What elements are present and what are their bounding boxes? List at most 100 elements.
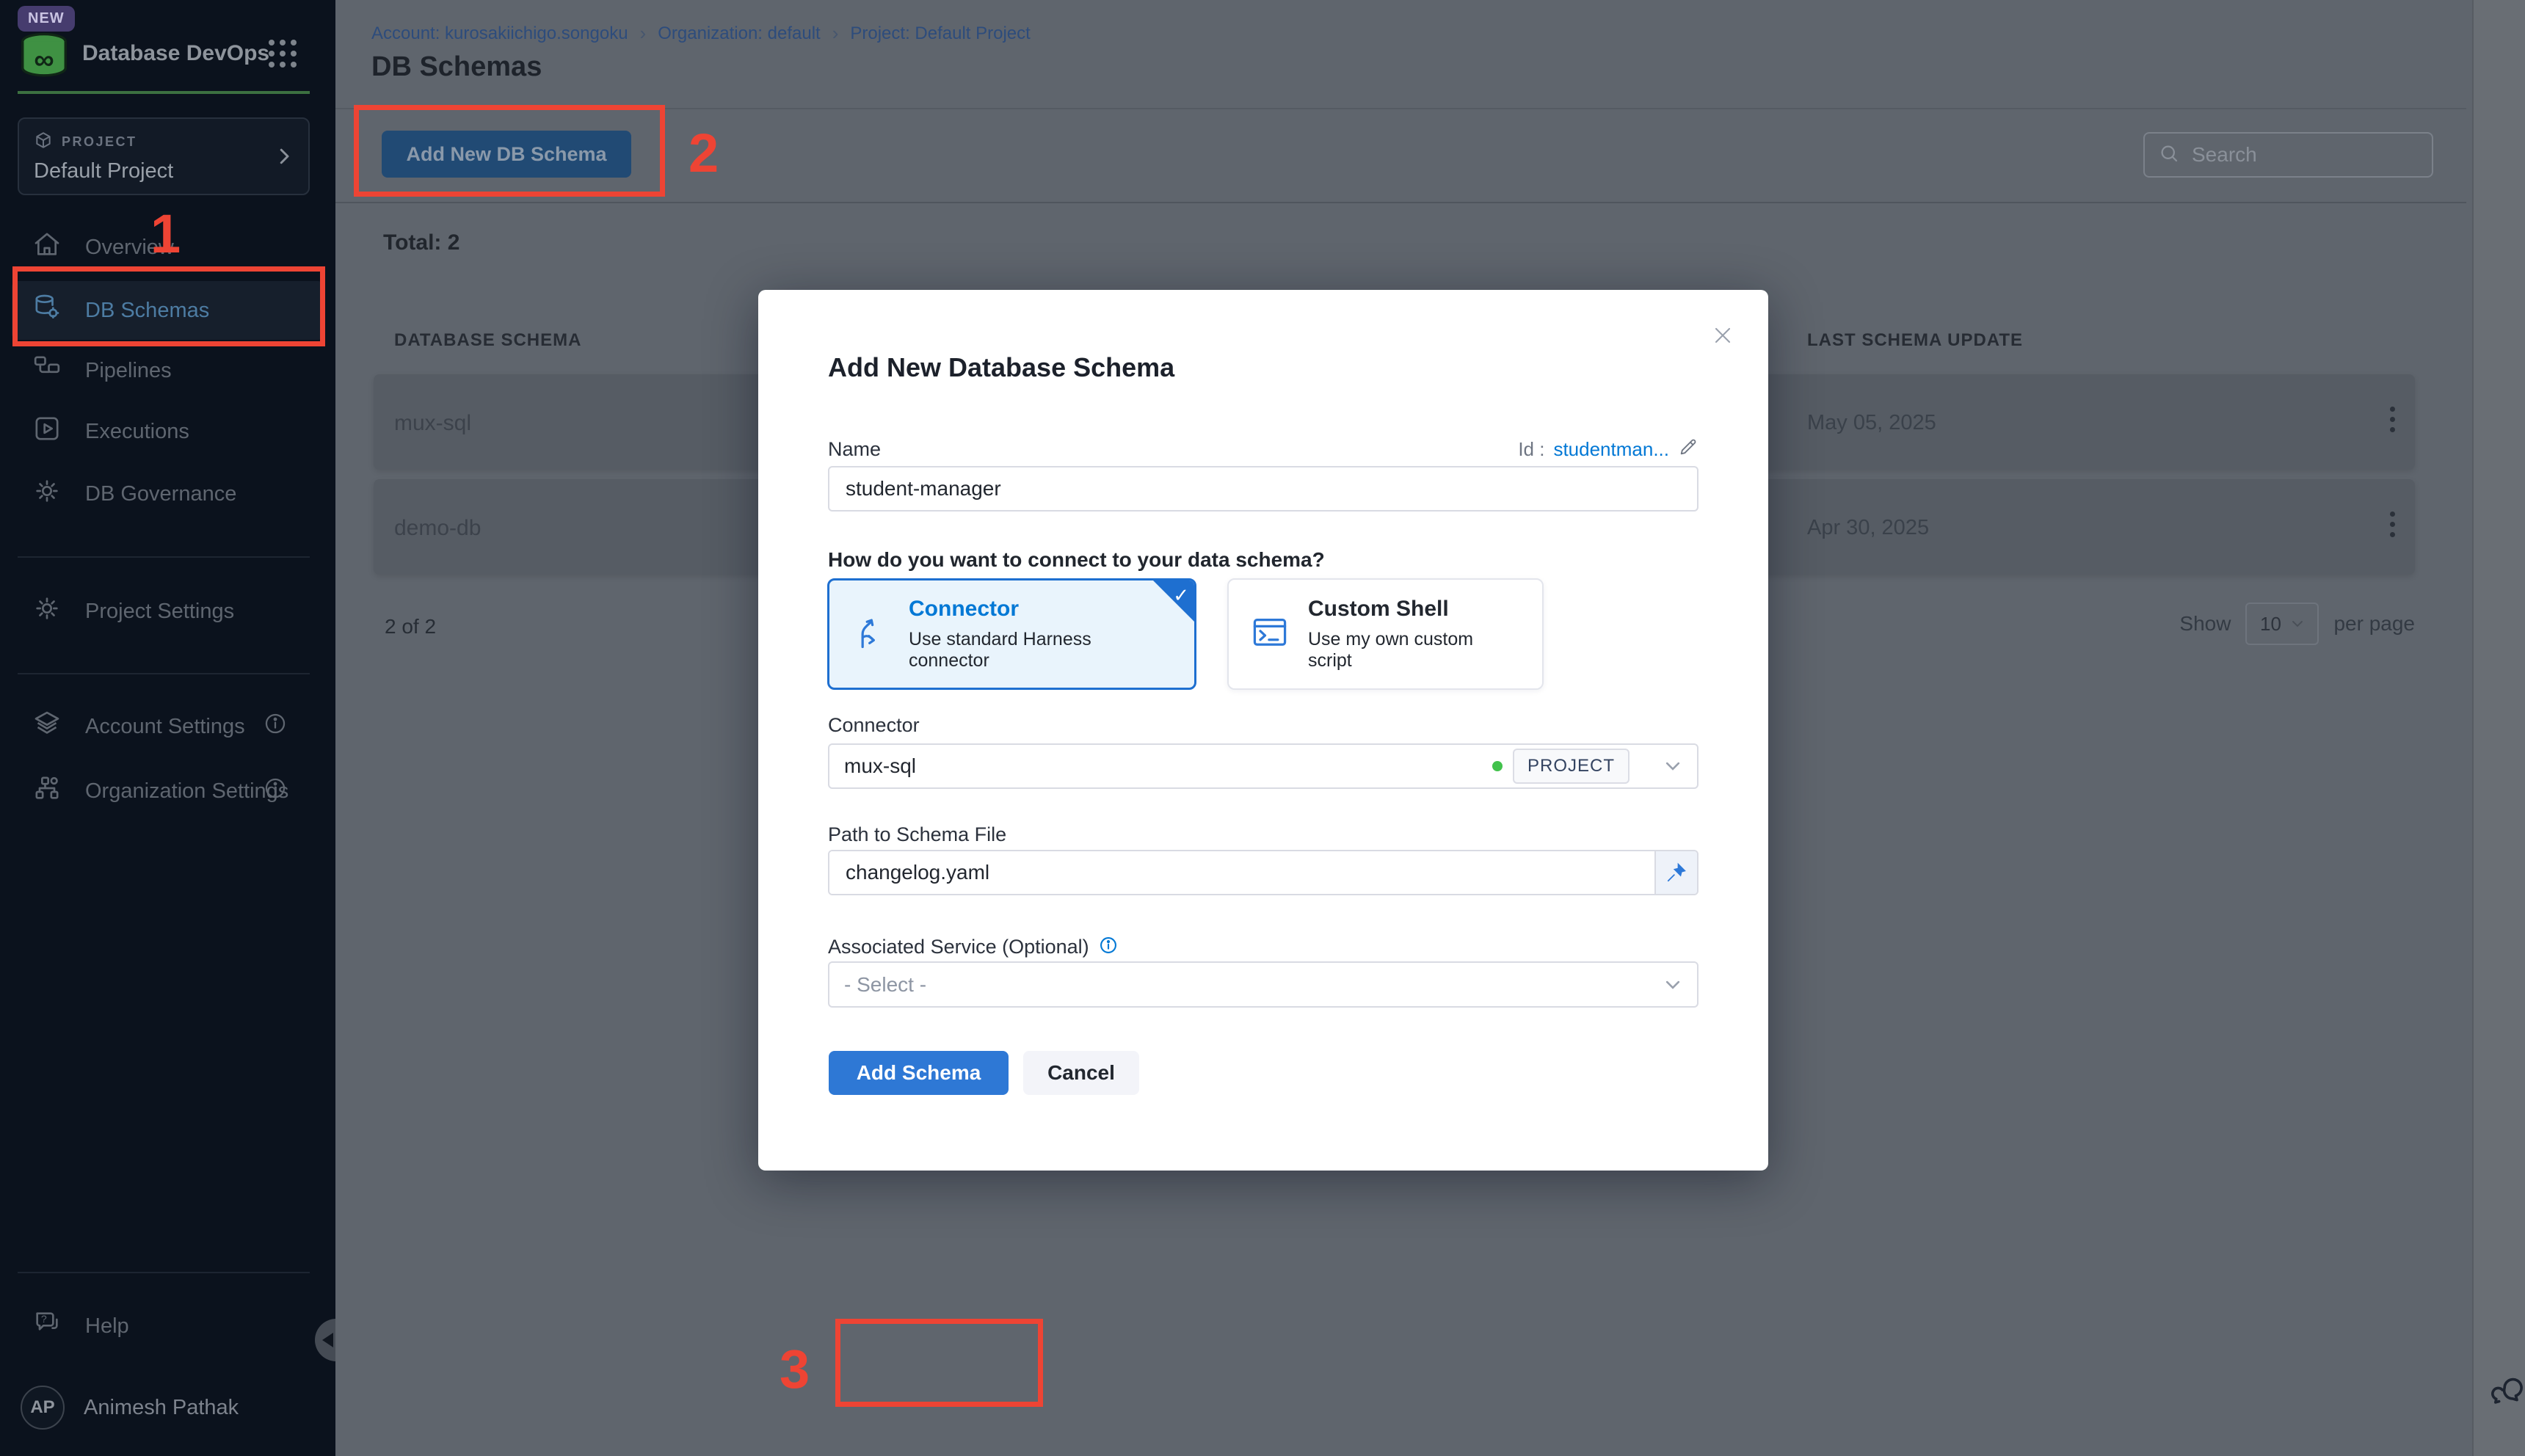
service-placeholder: - Select -	[844, 973, 926, 997]
option-card-custom-shell[interactable]: Custom Shell Use my own custom script	[1227, 578, 1544, 690]
sidebar-divider	[18, 673, 310, 674]
edit-pencil-icon[interactable]	[1678, 437, 1699, 462]
modal-title: Add New Database Schema	[828, 352, 1174, 383]
user-name: Animesh Pathak	[84, 1396, 239, 1420]
option-title: Connector	[909, 597, 1172, 622]
id-value-link[interactable]: studentman...	[1553, 438, 1669, 461]
cube-icon	[34, 131, 53, 153]
sidebar-item-help[interactable]: ? Help	[0, 1297, 335, 1355]
brand-divider	[18, 91, 310, 94]
chevron-down-icon	[2290, 616, 2305, 631]
project-label: PROJECT	[62, 134, 137, 150]
sidebar-item-db-governance[interactable]: DB Governance	[0, 465, 335, 523]
app-title: Database DevOps	[82, 41, 269, 66]
help-chat-icon: ?	[32, 1308, 62, 1344]
annotation-number-2: 2	[689, 122, 719, 184]
page-title: DB Schemas	[371, 51, 542, 83]
support-chat-icon[interactable]	[2490, 1374, 2524, 1411]
pagination-count: 2 of 2	[385, 615, 436, 638]
breadcrumb-separator: ›	[640, 22, 647, 45]
page-size-value: 10	[2260, 613, 2281, 636]
sidebar-item-label: DB Governance	[85, 482, 236, 506]
database-devops-logo-icon: ∞	[18, 32, 70, 86]
terminal-icon	[1251, 614, 1289, 655]
avatar: AP	[21, 1386, 65, 1430]
breadcrumb-separator: ›	[832, 22, 839, 45]
annotation-box-step2	[354, 105, 665, 197]
option-card-connector[interactable]: Connector Use standard Harness connector…	[827, 578, 1196, 690]
total-count: Total: 2	[383, 230, 459, 255]
schema-name[interactable]: demo-db	[394, 516, 481, 541]
option-title: Custom Shell	[1308, 597, 1520, 622]
new-badge: NEW	[18, 6, 75, 32]
annotation-number-1: 1	[150, 203, 181, 265]
breadcrumb-project-link[interactable]: Project: Default Project	[850, 23, 1030, 44]
chevron-down-icon	[1663, 757, 1682, 776]
info-icon	[263, 711, 288, 742]
breadcrumb-account-link[interactable]: Account: kurosakiichigo.songoku	[371, 23, 628, 44]
schema-name[interactable]: mux-sql	[394, 411, 471, 436]
column-header-last-schema-update: LAST SCHEMA UPDATE	[1807, 330, 2023, 351]
search-input[interactable]	[2192, 143, 2397, 167]
user-menu[interactable]: AP Animesh Pathak	[0, 1378, 335, 1437]
add-db-schema-modal: Add New Database Schema Name Id : studen…	[758, 290, 1768, 1171]
chevron-down-icon	[1663, 975, 1682, 994]
show-label: Show	[2179, 612, 2231, 636]
connector-value: mux-sql	[844, 754, 1492, 778]
home-icon	[32, 230, 62, 265]
service-select[interactable]: - Select -	[828, 961, 1699, 1008]
svg-text:∞: ∞	[34, 44, 54, 76]
service-label: Associated Service (Optional)	[828, 936, 1089, 958]
breadcrumb: Account: kurosakiichigo.songoku › Organi…	[371, 22, 1031, 45]
sidebar-item-label: Organization Settings	[85, 779, 288, 804]
row-menu-icon[interactable]	[2377, 407, 2407, 439]
sidebar-item-project-settings[interactable]: Project Settings	[0, 582, 335, 641]
add-schema-button[interactable]: Add Schema	[829, 1051, 1009, 1095]
chevron-left-icon	[322, 1333, 333, 1347]
name-label: Name	[828, 438, 881, 461]
annotation-box-step3	[835, 1319, 1043, 1407]
pin-icon[interactable]	[1654, 851, 1697, 894]
name-input[interactable]	[828, 466, 1699, 512]
sidebar-item-label: Account Settings	[85, 715, 245, 739]
cancel-button[interactable]: Cancel	[1023, 1051, 1139, 1095]
layers-icon	[32, 709, 62, 744]
info-icon	[263, 776, 288, 807]
annotation-box-step1	[12, 266, 325, 346]
sidebar-item-label: Pipelines	[85, 359, 172, 383]
search-icon	[2158, 142, 2180, 168]
path-label: Path to Schema File	[828, 823, 1006, 846]
page-size-select[interactable]: 10	[2245, 603, 2319, 645]
sidebar-item-organization-settings[interactable]: Organization Settings	[0, 762, 335, 820]
sidebar-divider	[18, 1272, 310, 1273]
connect-question: How do you want to connect to your data …	[828, 548, 1325, 572]
connector-select[interactable]: mux-sql PROJECT	[828, 743, 1699, 789]
sidebar-item-pipelines[interactable]: Pipelines	[0, 341, 335, 400]
org-chart-icon	[32, 774, 62, 809]
module-grid-icon[interactable]	[269, 40, 297, 68]
check-icon: ✓	[1173, 584, 1189, 607]
info-icon	[1098, 935, 1119, 959]
schema-updated-date: Apr 30, 2025	[1807, 516, 1929, 540]
governance-gear-icon	[32, 476, 62, 512]
sidebar-item-account-settings[interactable]: Account Settings	[0, 697, 335, 756]
chevron-right-icon	[273, 145, 295, 171]
sidebar-item-label: Project Settings	[85, 600, 234, 624]
settings-gear-icon	[32, 594, 62, 629]
option-desc: Use my own custom script	[1308, 629, 1520, 671]
search-box[interactable]	[2143, 132, 2433, 178]
svg-text:?: ?	[41, 1314, 47, 1325]
path-input[interactable]	[829, 851, 1654, 894]
breadcrumb-org-link[interactable]: Organization: default	[658, 23, 820, 44]
sidebar-divider	[18, 556, 310, 558]
close-icon[interactable]	[1710, 322, 1736, 352]
project-name: Default Project	[34, 159, 294, 183]
sidebar-item-label: Executions	[85, 420, 189, 444]
sidebar-item-executions[interactable]: Executions	[0, 402, 335, 461]
app-root: NEW ∞ Database DevOps PROJECT Default Pr…	[0, 0, 2525, 1456]
row-menu-icon[interactable]	[2377, 512, 2407, 544]
schema-updated-date: May 05, 2025	[1807, 411, 1936, 435]
resource-center-rail	[2472, 0, 2525, 1456]
project-selector[interactable]: PROJECT Default Project	[18, 117, 310, 195]
annotation-number-3: 3	[780, 1338, 810, 1400]
